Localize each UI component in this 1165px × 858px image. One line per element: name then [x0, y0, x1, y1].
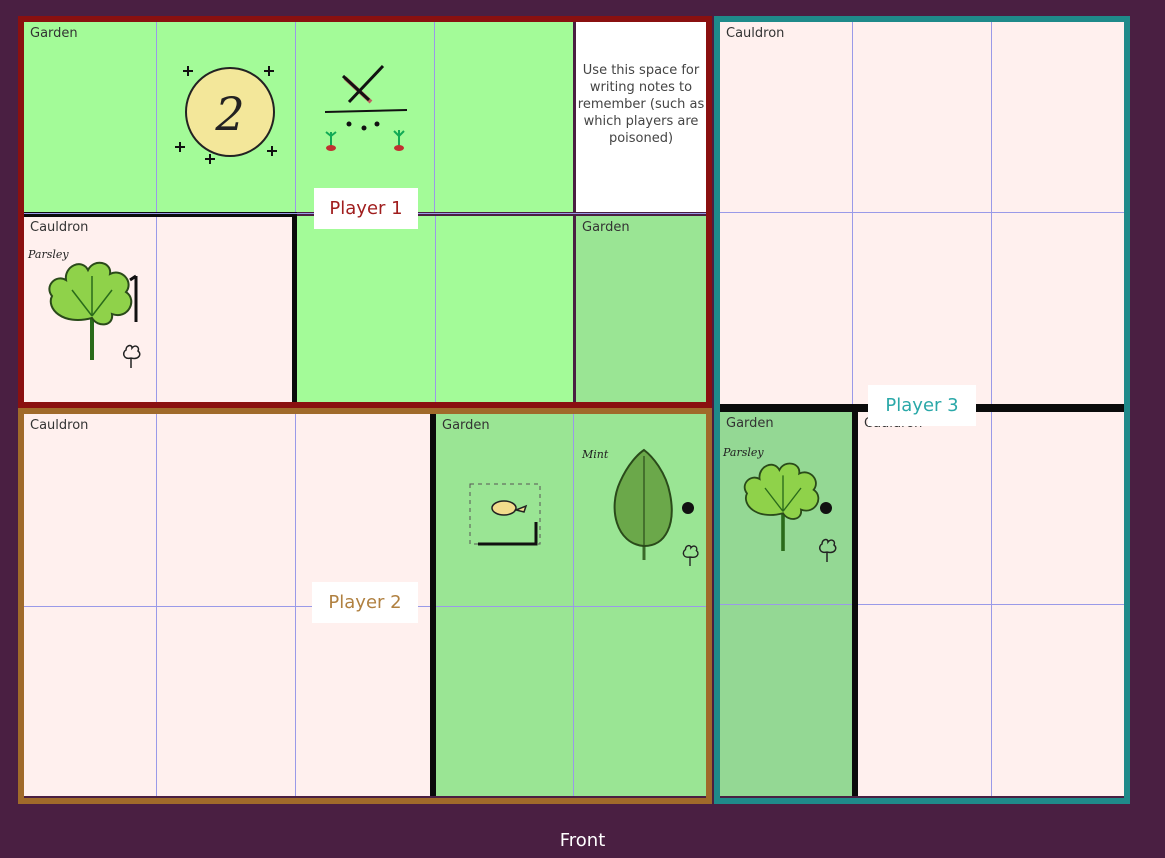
player3-label: Player 3 — [868, 385, 976, 426]
side-indicator: Front — [559, 830, 606, 851]
player2-label: Player 2 — [312, 582, 418, 623]
player1-label: Player 1 — [314, 188, 418, 229]
